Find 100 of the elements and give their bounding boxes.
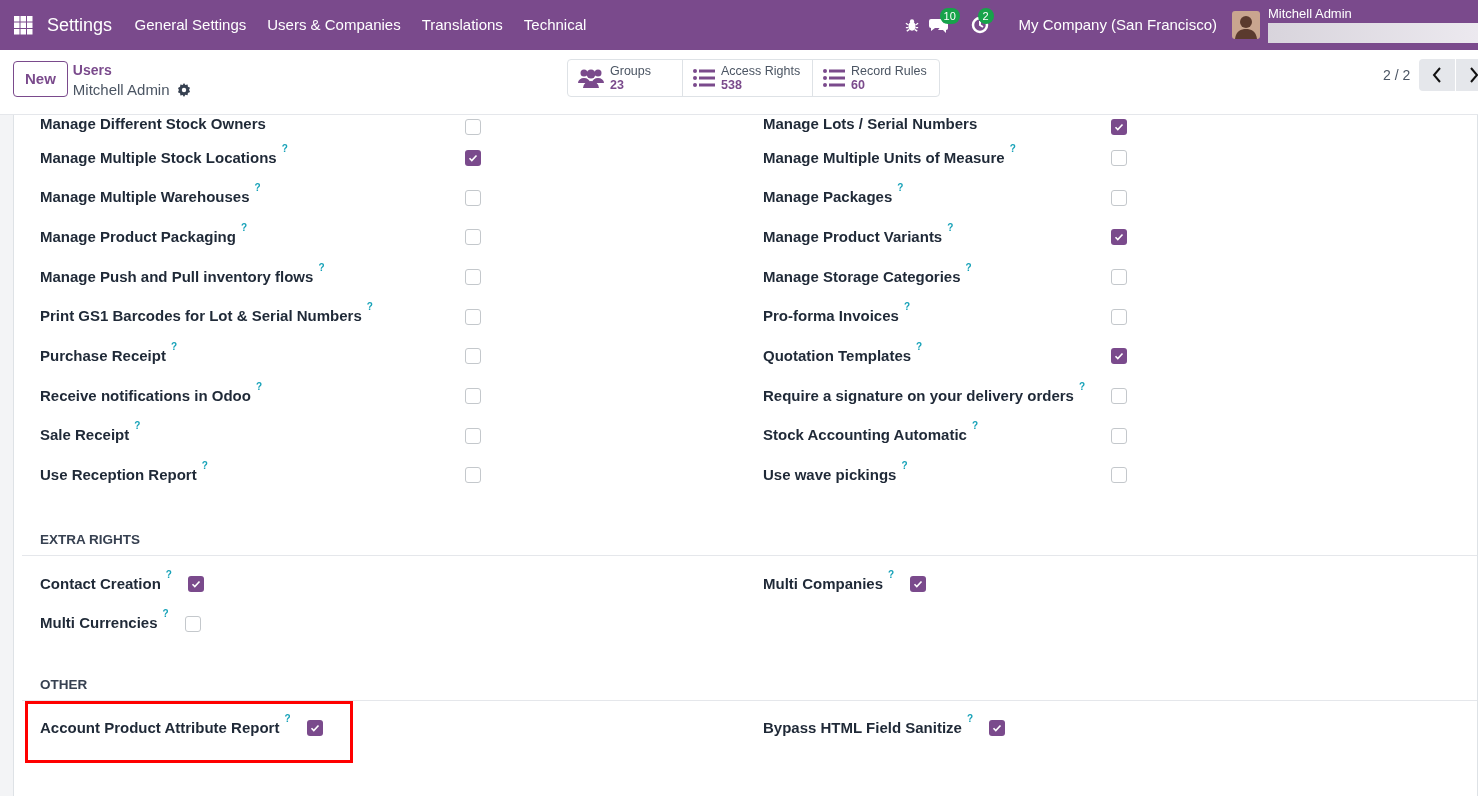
field-label: Purchase Receipt <box>40 346 166 367</box>
previous-button[interactable] <box>1419 59 1456 91</box>
check-icon <box>468 152 478 163</box>
field-label: Quotation Templates <box>763 346 912 367</box>
checkbox[interactable] <box>465 427 481 444</box>
menu-item[interactable]: Translations <box>411 0 514 50</box>
help-tooltip[interactable]: ? <box>134 421 141 432</box>
field-label: Manage Multiple Units of Measure <box>763 147 1005 168</box>
check-icon <box>1114 351 1124 362</box>
checkbox[interactable] <box>1111 119 1127 135</box>
checkbox[interactable] <box>306 720 323 737</box>
checkbox[interactable] <box>1111 229 1127 246</box>
checkbox[interactable] <box>465 189 481 206</box>
checkbox[interactable] <box>1111 467 1127 484</box>
help-tooltip[interactable]: ? <box>281 143 288 154</box>
checkbox[interactable] <box>465 268 481 285</box>
smart-button-label: Groups <box>610 64 651 78</box>
field-label: Multi Companies <box>763 573 883 594</box>
pager-value: 2 / 2 <box>1383 65 1411 85</box>
company-name[interactable]: My Company (San Francisco) <box>1018 13 1217 37</box>
record-name: Mitchell Admin <box>72 80 170 100</box>
checkbox[interactable] <box>1111 308 1127 325</box>
field-label: Manage Product Variants <box>763 226 943 247</box>
checkbox[interactable] <box>989 720 1006 737</box>
help-tooltip[interactable]: ? <box>201 461 208 472</box>
help-tooltip[interactable]: ? <box>916 342 923 353</box>
help-tooltip[interactable]: ? <box>947 222 954 233</box>
help-tooltip[interactable]: ? <box>966 714 974 725</box>
avatar-icon[interactable] <box>1232 11 1260 39</box>
help-tooltip[interactable]: ? <box>888 569 895 580</box>
smart-button[interactable]: Record Rules 60 <box>812 60 939 96</box>
list-icon <box>693 69 715 87</box>
help-tooltip[interactable]: ? <box>254 183 261 194</box>
list-icon <box>823 69 845 87</box>
menu-item[interactable]: General Settings <box>124 0 257 50</box>
message-count-badge: 10 <box>939 8 960 24</box>
checkbox[interactable] <box>1111 387 1127 404</box>
help-tooltip[interactable]: ? <box>1078 381 1086 392</box>
help-tooltip[interactable]: ? <box>255 381 262 392</box>
field-label: Manage Product Packaging <box>40 226 236 247</box>
smart-button[interactable]: Groups 23 <box>568 60 682 96</box>
check-icon <box>1114 122 1124 132</box>
checkbox[interactable] <box>1111 427 1127 444</box>
user-name[interactable]: Mitchell Admin <box>1268 6 1478 22</box>
help-tooltip[interactable]: ? <box>965 262 972 273</box>
help-tooltip[interactable]: ? <box>903 302 910 313</box>
new-button[interactable]: New <box>13 61 68 97</box>
smart-button[interactable]: Access Rights 538 <box>682 60 812 96</box>
field-label: Account Product Attribute Report <box>40 718 280 739</box>
gear-icon[interactable] <box>176 83 191 97</box>
field-label: Bypass HTML Field Sanitize <box>763 718 962 739</box>
checkbox[interactable] <box>187 576 204 593</box>
field-label: Multi Currencies <box>40 613 158 634</box>
check-icon <box>992 723 1003 734</box>
help-tooltip[interactable]: ? <box>366 302 373 313</box>
checkbox[interactable] <box>465 348 481 365</box>
field-label: Manage Multiple Stock Locations <box>40 147 277 168</box>
app-title[interactable]: Settings <box>47 11 113 39</box>
section-heading: EXTRA RIGHTS <box>40 532 140 548</box>
field-label: Manage Storage Categories <box>763 266 961 287</box>
bug-icon[interactable] <box>904 18 919 32</box>
help-tooltip[interactable]: ? <box>165 569 172 580</box>
smart-button-count: 23 <box>610 78 625 92</box>
checkbox[interactable] <box>465 308 481 325</box>
help-tooltip[interactable]: ? <box>318 262 325 273</box>
help-tooltip[interactable]: ? <box>897 183 904 194</box>
field-label: Sale Receipt <box>40 425 130 446</box>
checkbox[interactable] <box>910 576 927 593</box>
menu-item[interactable]: Technical <box>513 0 597 50</box>
menu-item[interactable]: Users & Companies <box>256 0 412 50</box>
checkbox[interactable] <box>465 119 481 135</box>
checkbox[interactable] <box>465 229 481 246</box>
grid-icon[interactable] <box>14 15 33 35</box>
help-tooltip[interactable]: ? <box>971 421 978 432</box>
check-icon <box>913 579 924 590</box>
field-label: Require a signature on your delivery orders <box>763 385 1074 406</box>
chevron-left-icon <box>1432 67 1443 83</box>
checkbox[interactable] <box>465 467 481 484</box>
smart-button-label: Access Rights <box>721 64 801 78</box>
help-tooltip[interactable]: ? <box>170 342 177 353</box>
help-tooltip[interactable]: ? <box>1009 143 1016 154</box>
field-label: Pro-forma Invoices <box>763 306 899 327</box>
checkbox[interactable] <box>1111 189 1127 206</box>
breadcrumb-link[interactable]: Users <box>72 60 191 80</box>
checkbox[interactable] <box>465 149 481 166</box>
help-tooltip[interactable]: ? <box>901 461 908 472</box>
help-tooltip[interactable]: ? <box>162 609 169 620</box>
checkbox[interactable] <box>465 387 481 404</box>
field-label: Manage Lots / Serial Numbers <box>763 115 978 134</box>
help-tooltip[interactable]: ? <box>284 714 291 725</box>
help-tooltip[interactable]: ? <box>240 222 247 233</box>
checkbox[interactable] <box>1111 348 1127 365</box>
field-label: Manage Different Stock Owners <box>40 115 266 134</box>
chevron-right-icon <box>1468 67 1478 83</box>
field-label: Use Reception Report <box>40 465 197 486</box>
checkbox[interactable] <box>184 615 201 632</box>
checkbox[interactable] <box>1111 268 1127 285</box>
users-icon <box>578 68 604 88</box>
section-heading: OTHER <box>40 676 88 692</box>
checkbox[interactable] <box>1111 149 1127 166</box>
